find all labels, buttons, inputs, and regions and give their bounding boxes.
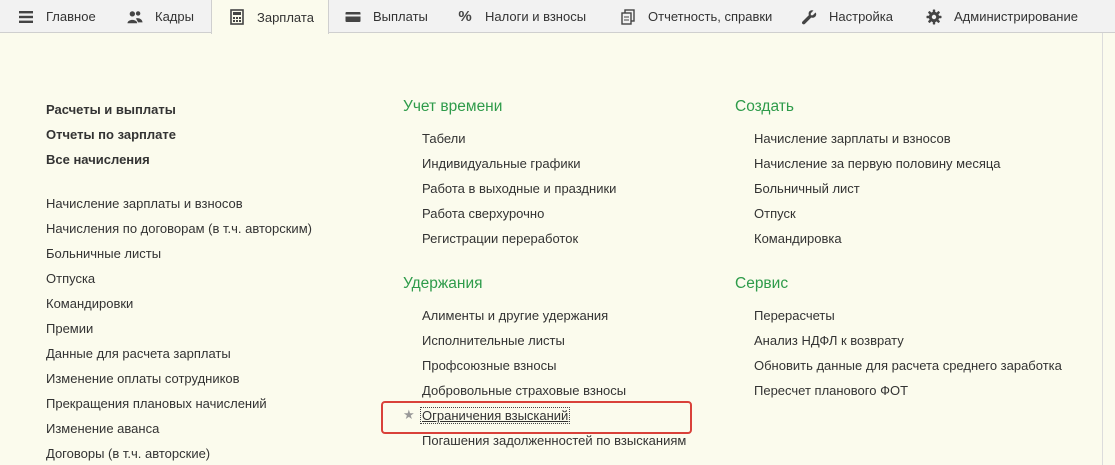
tab-label: Отчетность, справки (648, 9, 773, 24)
link-overtime[interactable]: Работа сверхурочно (422, 206, 544, 221)
link-contract-accruals[interactable]: Начисления по договорам (в т.ч. авторски… (46, 221, 312, 236)
heading-deductions: Удержания (403, 275, 483, 292)
users-icon (127, 9, 143, 25)
link-overtime-registrations[interactable]: Регистрации переработок (422, 231, 578, 246)
gear-icon (926, 9, 942, 25)
tab-settings[interactable]: Настройка (801, 0, 893, 33)
link-update-average-earnings[interactable]: Обновить данные для расчета среднего зар… (754, 358, 1062, 373)
link-union-dues[interactable]: Профсоюзные взносы (422, 358, 556, 373)
tab-label: Налоги и взносы (485, 9, 587, 24)
link-contracts[interactable]: Договоры (в т.ч. авторские) (46, 446, 210, 461)
link-bonuses[interactable]: Премии (46, 321, 93, 336)
tab-label: Выплаты (373, 9, 428, 24)
link-stop-planned-accruals[interactable]: Прекращения плановых начислений (46, 396, 267, 411)
link-payroll-accrual[interactable]: Начисление зарплаты и взносов (46, 196, 243, 211)
tab-label: Администрирование (954, 9, 1078, 24)
link-vacations[interactable]: Отпуска (46, 271, 95, 286)
tab-salary[interactable]: Зарплата (211, 0, 329, 34)
link-business-trips[interactable]: Командировки (46, 296, 133, 311)
tab-label: Настройка (829, 9, 893, 24)
documents-icon (620, 8, 636, 25)
link-alimony[interactable]: Алименты и другие удержания (422, 308, 608, 323)
tab-payments[interactable]: Выплаты (345, 0, 428, 33)
link-recalculations[interactable]: Перерасчеты (754, 308, 835, 323)
link-individual-schedules[interactable]: Индивидуальные графики (422, 156, 581, 171)
link-pay-changes[interactable]: Изменение оплаты сотрудников (46, 371, 240, 386)
link-writs-of-execution[interactable]: Исполнительные листы (422, 333, 565, 348)
link-salary-data[interactable]: Данные для расчета зарплаты (46, 346, 231, 361)
link-create-business-trip[interactable]: Командировка (754, 231, 842, 246)
menu-icon (18, 9, 34, 25)
calculator-icon (229, 9, 245, 25)
percent-icon: % (458, 8, 472, 25)
heading-time-tracking: Учет времени (403, 98, 503, 115)
wallet-icon (345, 9, 361, 25)
link-create-sick-leave[interactable]: Больничный лист (754, 181, 860, 196)
link-debt-repayments[interactable]: Погашения задолженностей по взысканиям (422, 433, 686, 448)
heading-service: Сервис (735, 275, 789, 292)
tab-taxes[interactable]: % Налоги и взносы (457, 0, 586, 33)
link-sick-leaves[interactable]: Больничные листы (46, 246, 161, 261)
link-create-first-half[interactable]: Начисление за первую половину месяца (754, 156, 1001, 171)
tab-label: Зарплата (257, 9, 314, 25)
link-timesheets[interactable]: Табели (422, 131, 466, 146)
panel-border (1102, 33, 1103, 465)
tab-personnel[interactable]: Кадры (127, 0, 194, 33)
link-calculations-and-payments[interactable]: Расчеты и выплаты (46, 102, 176, 117)
link-create-vacation[interactable]: Отпуск (754, 206, 796, 221)
wrench-icon (801, 9, 817, 25)
tab-label: Кадры (155, 9, 194, 24)
tab-administration[interactable]: Администрирование (926, 0, 1078, 33)
link-salary-reports[interactable]: Отчеты по зарплате (46, 127, 176, 142)
link-recalc-planned-fot[interactable]: Пересчет планового ФОТ (754, 383, 908, 398)
link-advance-change[interactable]: Изменение аванса (46, 421, 159, 436)
link-create-payroll[interactable]: Начисление зарплаты и взносов (754, 131, 951, 146)
tab-reports[interactable]: Отчетность, справки (620, 0, 772, 33)
link-voluntary-insurance[interactable]: Добровольные страховые взносы (422, 383, 626, 398)
tab-label: Главное (46, 9, 96, 24)
highlight-box (381, 401, 692, 434)
tab-main[interactable]: Главное (18, 0, 96, 33)
heading-create: Создать (735, 98, 794, 115)
link-all-accruals[interactable]: Все начисления (46, 152, 150, 167)
link-ndfl-refund-analysis[interactable]: Анализ НДФЛ к возврату (754, 333, 904, 348)
link-weekend-work[interactable]: Работа в выходные и праздники (422, 181, 616, 196)
top-navigation-bar: Главное Кадры Зарплата Выплаты % Налоги … (0, 0, 1115, 34)
